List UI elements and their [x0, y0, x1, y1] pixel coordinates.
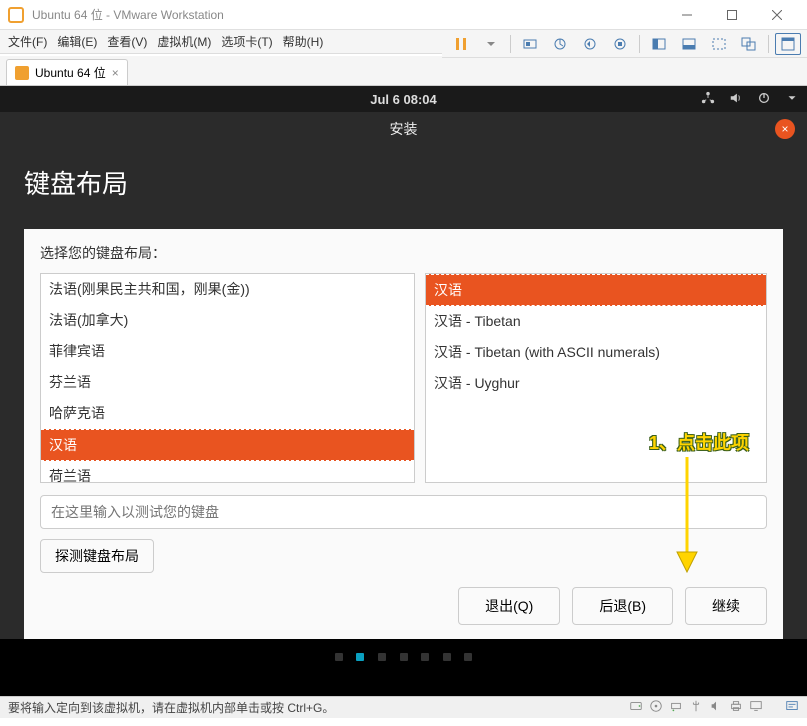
menu-file[interactable]: 文件(F)	[8, 33, 47, 50]
stretch-icon[interactable]	[706, 33, 732, 55]
toolbar-dropdown[interactable]	[478, 33, 504, 55]
menu-view[interactable]: 查看(V)	[107, 33, 147, 50]
list-item[interactable]: 汉语 - Uyghur	[426, 368, 766, 399]
list-item[interactable]: 汉语 - Tibetan	[426, 306, 766, 337]
vm-tab[interactable]: Ubuntu 64 位 ×	[6, 59, 128, 85]
vm-tab-icon	[15, 66, 29, 80]
toolbar-separator	[510, 35, 511, 53]
dot	[400, 653, 408, 661]
menu-help[interactable]: 帮助(H)	[283, 33, 324, 50]
layout-language-list[interactable]: 法语(刚果民主共和国，刚果(金))法语(加拿大)菲律宾语芬兰语哈萨克语汉语荷兰语…	[40, 273, 415, 483]
toolbar	[442, 30, 807, 58]
guest-display[interactable]: Jul 6 08:04 安装 × 键盘布局 选择您的键盘布局： 法语(刚果民主共…	[0, 86, 807, 696]
dot	[464, 653, 472, 661]
list-item[interactable]: 哈萨克语	[41, 398, 414, 429]
menu-vm[interactable]: 虚拟机(M)	[157, 33, 211, 50]
dot	[443, 653, 451, 661]
snapshot-icon[interactable]	[547, 33, 573, 55]
sound-icon[interactable]	[709, 699, 723, 716]
power-icon[interactable]	[757, 91, 771, 108]
progress-dots	[0, 639, 807, 674]
menu-edit[interactable]: 编辑(E)	[57, 33, 97, 50]
dot	[421, 653, 429, 661]
installer-body: 键盘布局 选择您的键盘布局： 法语(刚果民主共和国，刚果(金))法语(加拿大)菲…	[0, 146, 807, 639]
list-item[interactable]: 汉语 - Tibetan (with ASCII numerals)	[426, 337, 766, 368]
printer-icon[interactable]	[729, 699, 743, 716]
list-item[interactable]: 汉语	[426, 274, 766, 306]
snapshot-manager-icon[interactable]	[607, 33, 633, 55]
dot-active	[356, 653, 364, 661]
minimize-button[interactable]	[664, 0, 709, 30]
cd-icon[interactable]	[649, 699, 663, 716]
send-ctrl-alt-del-icon[interactable]	[517, 33, 543, 55]
usb-icon[interactable]	[689, 699, 703, 716]
keyboard-test-input[interactable]	[40, 495, 767, 529]
vm-tab-label: Ubuntu 64 位	[35, 64, 106, 81]
app-icon	[8, 7, 24, 23]
maximize-button[interactable]	[709, 0, 754, 30]
page-title: 键盘布局	[24, 164, 783, 201]
list-item[interactable]: 汉语	[41, 429, 414, 461]
disk-icon[interactable]	[629, 699, 643, 716]
layout-variant-list[interactable]: 汉语汉语 - Tibetan汉语 - Tibetan (with ASCII n…	[425, 273, 767, 483]
dot	[378, 653, 386, 661]
network-icon[interactable]	[701, 91, 715, 108]
volume-icon[interactable]	[729, 91, 743, 108]
list-item[interactable]: 芬兰语	[41, 367, 414, 398]
pause-button[interactable]	[448, 33, 474, 55]
gnome-topbar: Jul 6 08:04	[0, 86, 807, 112]
layout-prompt: 选择您的键盘布局：	[40, 243, 767, 263]
tab-close-icon[interactable]: ×	[112, 66, 119, 80]
display-icon[interactable]	[749, 699, 763, 716]
fullscreen-icon[interactable]	[775, 33, 801, 55]
tabstrip: Ubuntu 64 位 ×	[0, 56, 807, 86]
clock: Jul 6 08:04	[370, 92, 437, 107]
installer-header: 安装 ×	[0, 112, 807, 146]
toolbar-separator	[639, 35, 640, 53]
menu-tabs[interactable]: 选项卡(T)	[221, 33, 272, 50]
content-pane: 选择您的键盘布局： 法语(刚果民主共和国，刚果(金))法语(加拿大)菲律宾语芬兰…	[24, 229, 783, 639]
close-button[interactable]	[754, 0, 799, 30]
status-text: 要将输入定向到该虚拟机，请在虚拟机内部单击或按 Ctrl+G。	[8, 699, 629, 716]
list-item[interactable]: 法语(加拿大)	[41, 305, 414, 336]
detect-layout-button[interactable]: 探测键盘布局	[40, 539, 154, 573]
window-titlebar: Ubuntu 64 位 - VMware Workstation	[0, 0, 807, 30]
list-item[interactable]: 菲律宾语	[41, 336, 414, 367]
window-title: Ubuntu 64 位 - VMware Workstation	[32, 6, 664, 23]
back-button[interactable]: 后退(B)	[572, 587, 673, 625]
message-log-icon[interactable]	[785, 699, 799, 716]
installer-close-button[interactable]: ×	[775, 119, 795, 139]
chevron-down-icon[interactable]	[785, 91, 799, 108]
list-item[interactable]: 法语(刚果民主共和国，刚果(金))	[41, 274, 414, 305]
toolbar-separator	[768, 35, 769, 53]
unity-icon[interactable]	[736, 33, 762, 55]
view-console-icon[interactable]	[646, 33, 672, 55]
quit-button[interactable]: 退出(Q)	[458, 587, 560, 625]
status-tray	[629, 699, 799, 716]
network-adapter-icon[interactable]	[669, 699, 683, 716]
dot	[335, 653, 343, 661]
nav-buttons: 退出(Q) 后退(B) 继续	[458, 587, 767, 625]
continue-button[interactable]: 继续	[685, 587, 767, 625]
list-item[interactable]: 荷兰语	[41, 461, 414, 483]
view-thumbnails-icon[interactable]	[676, 33, 702, 55]
snapshot-revert-icon[interactable]	[577, 33, 603, 55]
window-controls	[664, 0, 799, 30]
statusbar: 要将输入定向到该虚拟机，请在虚拟机内部单击或按 Ctrl+G。	[0, 696, 807, 718]
installer-header-title: 安装	[390, 121, 418, 137]
